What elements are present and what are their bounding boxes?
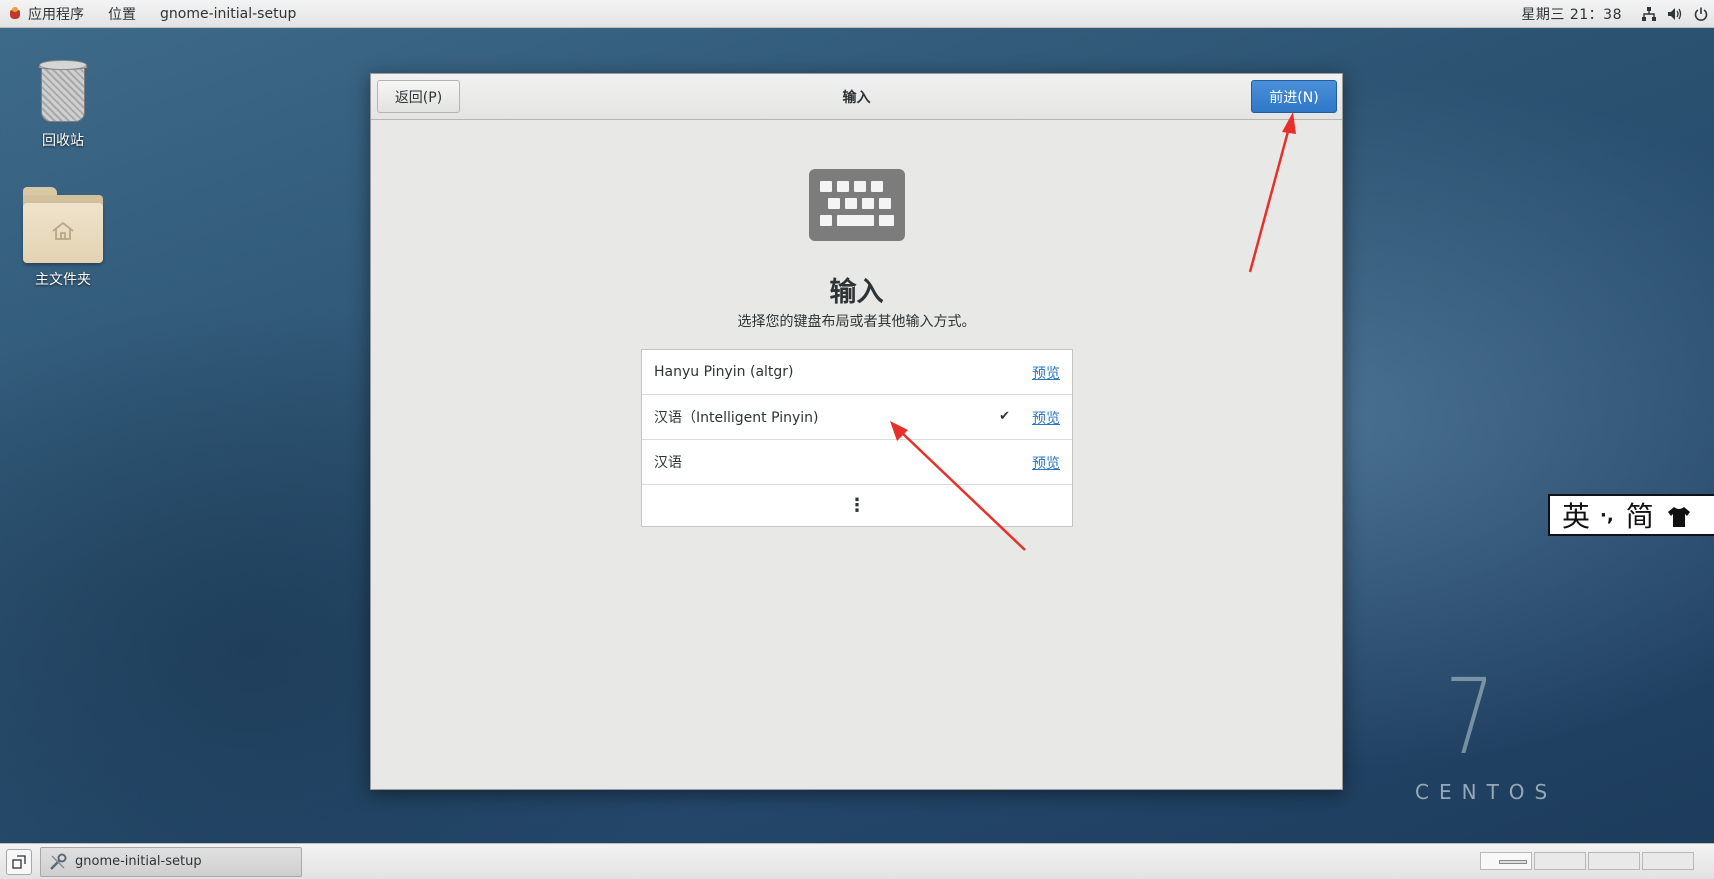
workspace-3[interactable] [1588, 852, 1640, 870]
ime-script-toggle[interactable]: 简 [1626, 495, 1654, 535]
applications-menu-label: 应用程序 [28, 6, 84, 23]
workspace-switcher[interactable] [1480, 852, 1700, 872]
preview-link[interactable]: 预览 [1032, 453, 1060, 473]
desktop-home-folder[interactable]: 主文件夹 [8, 185, 118, 289]
home-folder-icon [21, 185, 105, 265]
back-button[interactable]: 返回(P) [377, 80, 460, 113]
network-icon[interactable] [1636, 0, 1662, 28]
checkmark-icon: ✔ [999, 409, 1010, 424]
input-source-list: Hanyu Pinyin (altgr) 预览 汉语（Intelligent P… [641, 349, 1073, 527]
show-desktop-button[interactable] [6, 848, 32, 875]
input-source-row[interactable]: 汉语 预览 [642, 440, 1072, 485]
shirt-icon[interactable] [1666, 503, 1692, 527]
dialog-title: 输入 [842, 90, 871, 106]
preview-link[interactable]: 预览 [1032, 363, 1060, 383]
workspace-4[interactable] [1642, 852, 1694, 870]
centos-version-watermark: 7 [1445, 656, 1495, 778]
dialog-header: 输入 返回(P) 前进(N) [371, 74, 1342, 120]
power-icon[interactable] [1688, 0, 1714, 28]
input-source-name: 汉语 [654, 455, 682, 471]
input-source-row[interactable]: Hanyu Pinyin (altgr) 预览 [642, 350, 1072, 395]
workspace-2[interactable] [1534, 852, 1586, 870]
active-app-label: gnome-initial-setup [160, 5, 297, 22]
taskbar-window-label: gnome-initial-setup [75, 854, 202, 869]
trash-label: 回收站 [42, 133, 84, 149]
setup-tools-icon [49, 853, 67, 871]
gnome-foot-icon [8, 6, 22, 21]
page-heading: 输入 [829, 277, 884, 308]
places-menu[interactable]: 位置 [96, 0, 148, 28]
bottom-taskbar: gnome-initial-setup [0, 843, 1714, 879]
clock[interactable]: 星期三 21：38 [1521, 4, 1636, 24]
desktop-trash[interactable]: 回收站 [8, 56, 118, 150]
home-folder-label: 主文件夹 [35, 272, 91, 288]
ime-status-bar[interactable]: 英 ·, 简 [1548, 494, 1714, 536]
places-menu-label: 位置 [108, 6, 136, 23]
volume-icon[interactable] [1662, 0, 1688, 28]
more-sources-button[interactable]: ⋮ [642, 485, 1072, 526]
taskbar-window-button[interactable]: gnome-initial-setup [40, 846, 302, 877]
trash-icon [35, 56, 91, 126]
workspace-1[interactable] [1480, 852, 1532, 870]
applications-menu[interactable]: 应用程序 [0, 0, 96, 28]
active-app-menu[interactable]: gnome-initial-setup [148, 0, 308, 28]
next-button[interactable]: 前进(N) [1251, 80, 1337, 113]
top-bar: 应用程序 位置 gnome-initial-setup 星期三 21：38 [0, 0, 1714, 28]
ime-language-toggle[interactable]: 英 [1562, 495, 1590, 535]
preview-link[interactable]: 预览 [1032, 408, 1060, 428]
input-source-name: Hanyu Pinyin (altgr) [654, 364, 794, 380]
input-source-row[interactable]: 汉语（Intelligent Pinyin) ✔ 预览 [642, 395, 1072, 440]
ime-punctuation-toggle[interactable]: ·, [1600, 505, 1614, 526]
page-subtitle: 选择您的键盘布局或者其他输入方式。 [737, 314, 976, 330]
more-icon: ⋮ [848, 495, 866, 516]
centos-brand-watermark: CENTOS [1415, 780, 1558, 804]
show-desktop-icon [12, 854, 26, 869]
keyboard-icon [809, 169, 905, 241]
initial-setup-dialog: 输入 返回(P) 前进(N) 输入 选择您的键盘布局或者其他输入方式。 Hany… [370, 73, 1343, 790]
system-tray: 星期三 21：38 [1521, 0, 1714, 28]
